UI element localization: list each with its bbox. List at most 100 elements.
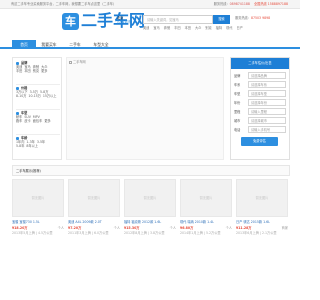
- seller-tag: 个人: [113, 226, 120, 230]
- filter-option[interactable]: 15万以上: [43, 94, 57, 98]
- car-meta: 2013年6月上牌 | 2.1万公里: [236, 231, 277, 235]
- listing-header: 二手车展示(推荐): [12, 165, 290, 176]
- filter-body-type: 车型 轿车 SUV MPV 跑车 皮卡 面包车 更多: [16, 111, 51, 123]
- seller-tag: 个人: [225, 226, 232, 230]
- filter-price: 价格 3万以下 3-5万 5-8万 8-10万 10-15万 15万以上: [16, 86, 57, 98]
- sell-form-title: 二手车估价/出售: [231, 58, 289, 69]
- car-photo[interactable]: 暂无图片: [12, 179, 64, 217]
- form-row-phone: 电话 请输入手机号: [234, 126, 287, 134]
- filter-option[interactable]: 面包车: [33, 119, 43, 123]
- filter-option[interactable]: 皮卡: [24, 119, 30, 123]
- form-row-mileage: 里程 请输入里程: [234, 108, 287, 116]
- form-row-city: 城市 请选择城市: [234, 117, 287, 125]
- year-select[interactable]: 请选择年份: [248, 99, 286, 106]
- top-bar: 有这二手车专业买卖服务平台，二手车网，我想要二手车点这里（二手车） 服务热线：0…: [0, 0, 300, 9]
- car-meta: 2014年1月上牌 | 5.2万公里: [180, 231, 221, 235]
- car-card[interactable]: 暂无图片 奥迪 A4L 2009款 2.0T ¥7.20万 个人 2011年3月…: [68, 179, 120, 235]
- broken-image-icon: [69, 60, 72, 64]
- car-photo[interactable]: 暂无图片: [68, 179, 120, 217]
- car-title[interactable]: 宝骏 宝骏730 1.5L: [12, 220, 64, 224]
- nav-buy-car[interactable]: 我要买车: [36, 40, 62, 49]
- hot-word[interactable]: 奔驰: [164, 26, 170, 30]
- city-select[interactable]: 请选择城市: [248, 117, 286, 124]
- car-price: ¥15.30万: [124, 226, 140, 230]
- top-bar-hotline: 服务热线：0898741188 全国热线 1588897188: [213, 2, 288, 6]
- submit-evaluation-button[interactable]: 免费评估: [241, 137, 278, 146]
- hot-word[interactable]: 别克: [205, 26, 211, 30]
- nav-car-models[interactable]: 车型大全: [88, 40, 114, 49]
- top-bar-notice: 有这二手车专业买卖服务平台，二手车网，我想要二手车点这里（二手车）: [11, 2, 117, 6]
- banner-image[interactable]: 二手车网: [66, 57, 224, 160]
- car-card[interactable]: 暂无图片 福特 福克斯 2012款 1.6L ¥15.30万 个人 2012年8…: [124, 179, 176, 235]
- car-title[interactable]: 奥迪 A4L 2009款 2.0T: [68, 220, 120, 224]
- hot-search-words: 奥迪 宝马 奔驰 丰田 本田 大众 别克 福特 现代 日产: [143, 26, 246, 30]
- listing-title: 二手车展示(推荐): [16, 169, 41, 173]
- car-photo[interactable]: 暂无图片: [124, 179, 176, 217]
- hot-word[interactable]: 现代: [226, 26, 232, 30]
- car-card[interactable]: 暂无图片 日产 骐达 2015款 1.6L ¥11.28万 商家 2013年6月…: [236, 179, 288, 235]
- brand-select[interactable]: 请选择品牌: [248, 72, 286, 79]
- mileage-input[interactable]: 请输入里程: [248, 108, 286, 115]
- car-title[interactable]: 现代 瑞纳 2010款 1.4L: [180, 220, 232, 224]
- hot-word[interactable]: 丰田: [174, 26, 180, 30]
- car-meta: 2012年8月上牌 | 3.8万公里: [124, 231, 165, 235]
- form-row-model: 车型 请选择车型: [234, 90, 287, 98]
- car-price: ¥18.20万: [12, 226, 28, 230]
- filter-option[interactable]: 8-10万: [16, 94, 26, 98]
- phone-number: 87503 9898: [250, 16, 271, 20]
- divider: [16, 84, 60, 85]
- series-select[interactable]: 请选择车系: [248, 81, 286, 88]
- car-title[interactable]: 福特 福克斯 2012款 1.6L: [124, 220, 176, 224]
- car-card[interactable]: 暂无图片 现代 瑞纳 2010款 1.4L ¥6.80万 个人 2014年1月上…: [180, 179, 232, 235]
- filter-age: 车龄 1年内 1-3年 3-5年 5-8年 8年以上: [16, 136, 46, 148]
- search-placeholder: 请输入关键词，如宝马: [147, 18, 179, 22]
- national-hotline: 全国热线 1588897188: [253, 2, 288, 6]
- hotline-number: 0898741188: [229, 2, 250, 6]
- hot-word[interactable]: 大众: [195, 26, 201, 30]
- form-row-brand: 品牌 请选择品牌: [234, 72, 287, 80]
- hot-word[interactable]: 日产: [237, 26, 243, 30]
- seller-tag: 个人: [169, 226, 176, 230]
- nav-home[interactable]: 首页: [12, 40, 36, 49]
- logo-icon[interactable]: 车: [62, 13, 79, 30]
- filter-option[interactable]: 10-15万: [28, 94, 40, 98]
- divider: [16, 134, 60, 135]
- filter-option[interactable]: 丰田: [16, 69, 22, 73]
- filter-brand: 品牌 奥迪 宝马 奔驰 大众 丰田 本田 别克 更多: [16, 61, 48, 73]
- car-price: ¥6.80万: [180, 226, 194, 230]
- car-meta: 2013年5月上牌 | 4.5万公里: [12, 231, 53, 235]
- nav-used-cars[interactable]: 二手车: [63, 40, 87, 49]
- filter-option[interactable]: 更多: [41, 69, 47, 73]
- city-selector[interactable]: 北京 [切换城市]: [117, 16, 132, 24]
- model-select[interactable]: 请选择车型: [248, 90, 286, 97]
- hot-word[interactable]: 宝马: [153, 26, 159, 30]
- form-row-year: 年份 请选择年份: [234, 99, 287, 107]
- car-card[interactable]: 暂无图片 宝骏 宝骏730 1.5L ¥18.20万 个人 2013年5月上牌 …: [12, 179, 64, 235]
- filter-option[interactable]: 本田: [24, 69, 30, 73]
- divider: [16, 109, 60, 110]
- car-meta: 2011年3月上牌 | 6.0万公里: [68, 231, 109, 235]
- car-photo[interactable]: 暂无图片: [180, 179, 232, 217]
- hot-word[interactable]: 本田: [185, 26, 191, 30]
- car-title[interactable]: 日产 骐达 2015款 1.6L: [236, 220, 288, 224]
- car-price: ¥7.20万: [68, 226, 82, 230]
- banner-alt-text: 二手车网: [69, 60, 86, 64]
- filter-option[interactable]: 别克: [33, 69, 39, 73]
- filter-option[interactable]: 跑车: [16, 119, 22, 123]
- hot-word[interactable]: 奥迪: [143, 26, 149, 30]
- form-row-series: 车系 请选择车系: [234, 81, 287, 89]
- phone-input[interactable]: 请输入手机号: [248, 126, 286, 133]
- site-logo-text[interactable]: 二手车网: [81, 11, 145, 31]
- filter-option[interactable]: 更多: [44, 119, 50, 123]
- search-button[interactable]: 搜索: [213, 15, 230, 24]
- city-switch-link[interactable]: [切换城市]: [117, 20, 132, 24]
- hot-word[interactable]: 福特: [216, 26, 222, 30]
- car-price: ¥11.28万: [236, 226, 252, 230]
- search-input[interactable]: 请输入关键词，如宝马: [143, 15, 213, 24]
- filter-panel: 品牌 奥迪 宝马 奔驰 大众 丰田 本田 别克 更多 价格 3万以下 3-5万 5-8万 8-1…: [12, 57, 62, 160]
- sell-car-form: 二手车估价/出售 品牌 请选择品牌 车系 请选择车系 车型 请选择车型 年份 请…: [230, 57, 290, 160]
- filter-option[interactable]: 8年以上: [26, 144, 38, 148]
- car-photo[interactable]: 暂无图片: [236, 179, 288, 217]
- main-nav: 首页 我要买车 二手车 车型大全: [0, 40, 300, 49]
- filter-option[interactable]: 5-8年: [16, 144, 24, 148]
